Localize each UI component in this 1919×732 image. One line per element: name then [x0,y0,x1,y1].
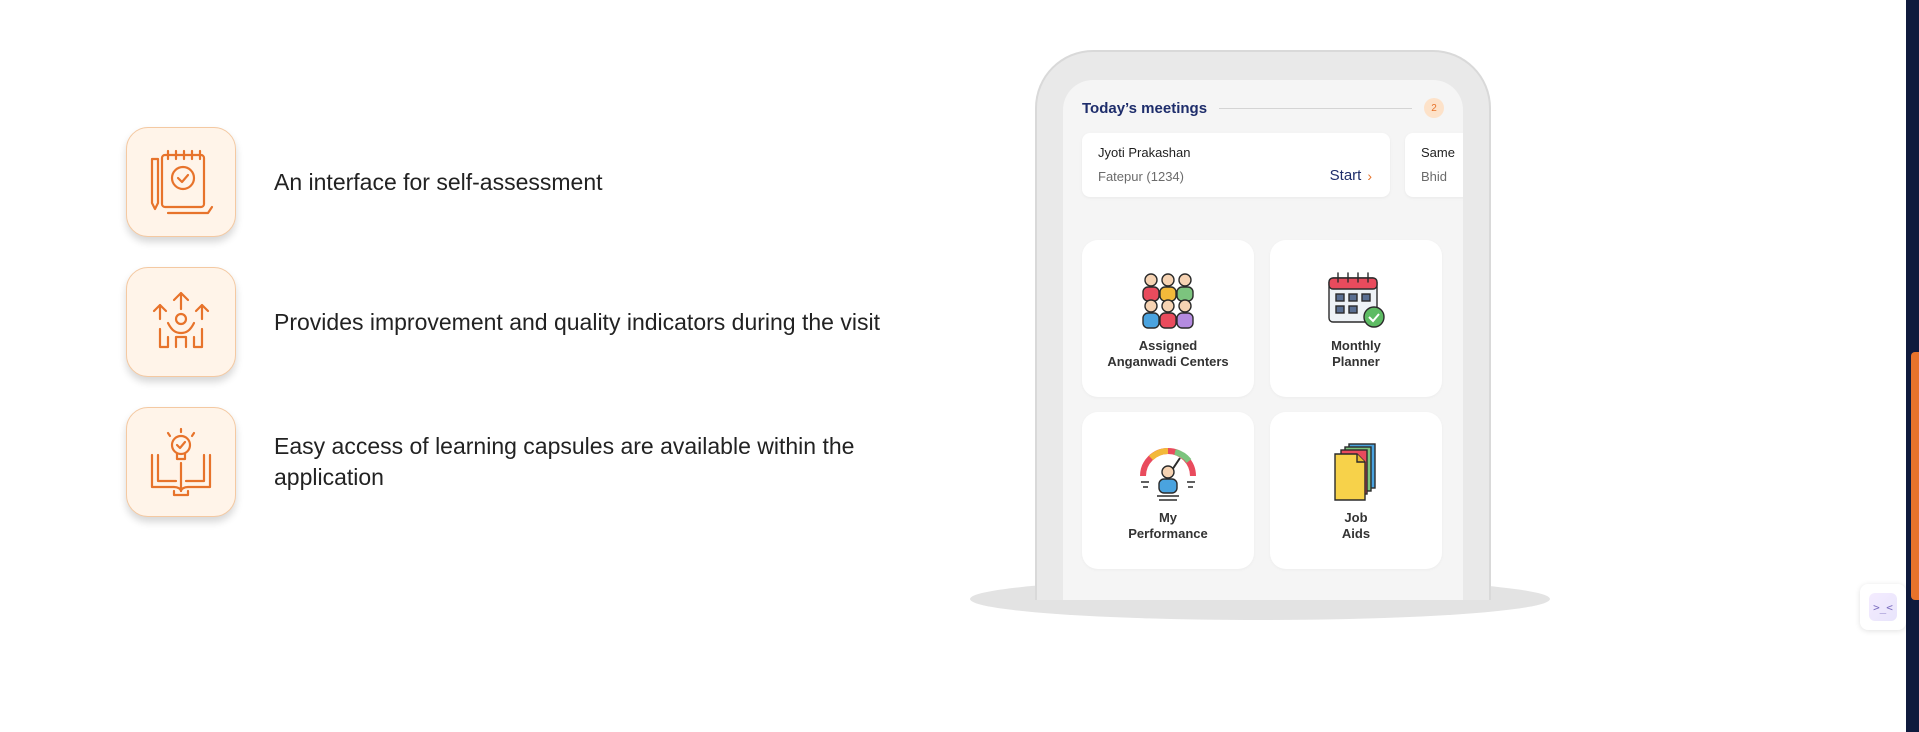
meeting-location: Fatepur (1234) [1098,169,1184,184]
start-button[interactable]: Start › [1330,167,1372,184]
calendar-check-icon [1328,272,1385,328]
feature-improvement-indicators: Provides improvement and quality indicat… [126,267,880,377]
people-group-icon [1142,273,1194,329]
tile-label: My Performance [1128,510,1208,541]
phone-screen: Today’s meetings 2 Jyoti Prakashan Fatep… [1063,80,1463,600]
growth-arrows-person-icon [126,267,236,377]
feature-self-assessment: An interface for self-assessment [126,127,603,237]
phone-mockup: Today’s meetings 2 Jyoti Prakashan Fatep… [1035,50,1491,600]
page-scrollbar-thumb[interactable] [1911,352,1919,600]
meeting-location: Bhid [1421,169,1448,184]
tile-my-performance[interactable]: My Performance [1082,412,1254,569]
tile-assigned-anganwadi-centers[interactable]: Assigned Anganwadi Centers [1082,240,1254,397]
start-label: Start [1329,167,1362,184]
feature-learning-capsules: Easy access of learning capsules are ava… [126,407,914,517]
feature-text: Easy access of learning capsules are ava… [274,433,855,490]
meetings-title: Today’s meetings [1082,99,1208,117]
meetings-count-badge: 2 [1424,98,1444,118]
meeting-card[interactable]: Jyoti Prakashan Fatepur (1234) Start › [1082,133,1390,197]
documents-stack-icon [1334,443,1376,501]
meeting-card[interactable]: Same Bhid [1405,133,1463,197]
tile-label: Monthly Planner [1331,338,1381,369]
meeting-name: Same [1421,145,1455,160]
chevron-right-icon: › [1367,167,1372,184]
chat-widget-icon: >_< [1869,593,1897,621]
performance-gauge-icon [1140,448,1196,501]
feature-text: An interface for self-assessment [274,168,603,195]
feature-text: Provides improvement and quality indicat… [274,308,880,335]
tile-label: Job Aids [1341,510,1371,541]
tile-monthly-planner[interactable]: Monthly Planner [1270,240,1442,397]
checklist-notepad-icon [126,127,236,237]
tile-job-aids[interactable]: Job Aids [1270,412,1442,569]
divider [1219,107,1412,109]
tile-label: Assigned Anganwadi Centers [1107,338,1229,369]
meeting-name: Jyoti Prakashan [1098,145,1191,160]
book-lightbulb-icon [126,407,236,517]
chat-widget-button[interactable]: >_< [1860,584,1906,630]
meetings-header: Today’s meetings 2 [1082,96,1444,120]
